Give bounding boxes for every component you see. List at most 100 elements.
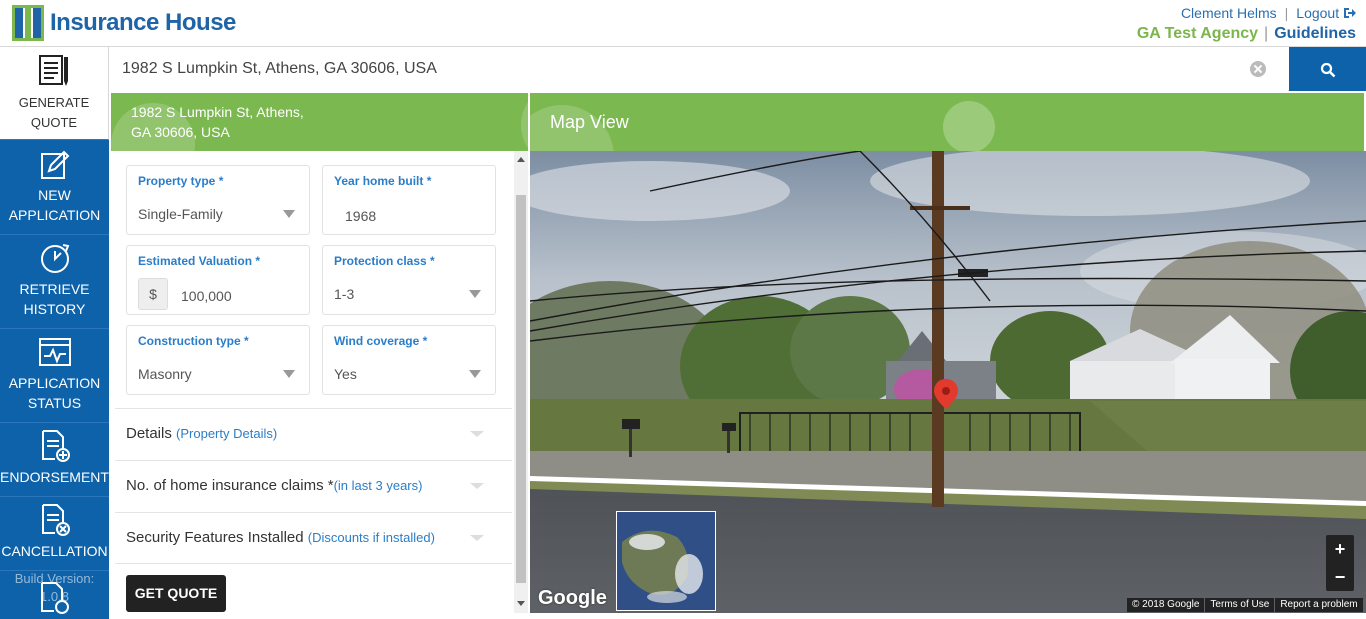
sidebar-label: APPLICATION <box>8 375 101 391</box>
sidebar-label: GENERATE <box>18 95 90 110</box>
sidebar-label: ENDORSEMENT <box>0 469 109 485</box>
chevron-down-icon <box>469 370 481 378</box>
accordion-title: No. of home insurance claims * <box>126 477 334 494</box>
property-type-select[interactable]: Property type * Single-Family <box>126 165 310 235</box>
sidebar-item-application-status[interactable]: APPLICATION STATUS <box>0 329 109 423</box>
sidebar-label: RETRIEVE <box>19 281 90 297</box>
street-view[interactable]: Google + − © 2018 Google Terms of Use Re… <box>530 151 1366 613</box>
zoom-controls: + − <box>1326 535 1354 591</box>
sidebar-label: CANCELLATION <box>1 543 108 559</box>
scroll-thumb[interactable] <box>516 195 526 583</box>
google-logo: Google <box>538 587 607 609</box>
year-built-label: Year home built * <box>334 174 432 188</box>
pencil-document-icon <box>40 150 69 179</box>
sidebar-item-generate-quote[interactable]: GENERATE QUOTE <box>0 47 109 140</box>
app-header: Insurance House Clement Helms | Logout GA … <box>0 0 1366 47</box>
scroll-down-icon[interactable] <box>517 601 525 606</box>
chevron-down-icon <box>283 210 295 218</box>
sidebar-label: APPLICATION <box>8 207 101 223</box>
address-search-bar <box>110 47 1366 91</box>
chevron-down-icon <box>470 483 484 489</box>
document-cancel-icon <box>41 504 70 536</box>
sidebar: GENERATE QUOTE NEW APPLICATION RETRIEVE … <box>0 47 109 619</box>
address-search-input[interactable] <box>110 47 1288 91</box>
protection-class-label: Protection class * <box>334 254 435 268</box>
valuation-input[interactable]: Estimated Valuation * $ 100,000 <box>126 245 310 315</box>
accordion-insurance-claims[interactable]: No. of home insurance claims *(in last 3… <box>115 460 512 512</box>
year-built-input[interactable]: Year home built * 1968 <box>322 165 496 235</box>
sidebar-item-cancellation[interactable]: CANCELLATION <box>0 497 109 571</box>
chevron-down-icon <box>469 290 481 298</box>
zoom-out-button[interactable]: − <box>1326 563 1354 591</box>
build-version-label: Build Version: <box>14 571 95 586</box>
valuation-label: Estimated Valuation * <box>138 254 261 268</box>
user-links: Clement Helms | Logout <box>1181 5 1356 21</box>
address-line-2: GA 30606, USA <box>131 124 230 140</box>
protection-class-select[interactable]: Protection class * 1-3 <box>322 245 496 315</box>
map-title: Map View <box>550 112 629 132</box>
sidebar-item-endorsement[interactable]: ENDORSEMENT <box>0 423 109 497</box>
report-problem-link[interactable]: Report a problem <box>1275 598 1363 612</box>
guidelines-link[interactable]: Guidelines <box>1274 25 1356 42</box>
document-list-icon <box>39 55 68 86</box>
valuation-value: 100,000 <box>181 288 232 304</box>
chevron-down-icon <box>283 370 295 378</box>
get-quote-button[interactable]: GET QUOTE <box>126 575 226 612</box>
wind-coverage-select[interactable]: Wind coverage * Yes <box>322 325 496 395</box>
sidebar-label: HISTORY <box>23 301 86 317</box>
year-built-value: 1968 <box>345 208 377 224</box>
sidebar-label: QUOTE <box>30 115 78 130</box>
ripple-effect <box>521 93 528 151</box>
build-version: Build Version: 1.0.8 <box>0 570 109 606</box>
wind-coverage-label: Wind coverage * <box>334 334 428 348</box>
selected-address-header: 1982 S Lumpkin St, Athens, GA 30606, USA <box>111 93 528 151</box>
accordion-security-features[interactable]: Security Features Installed (Discounts i… <box>115 512 512 564</box>
sidebar-item-retrieve-history[interactable]: RETRIEVE HISTORY <box>0 235 109 329</box>
property-type-label: Property type * <box>138 174 224 188</box>
accordion-subtitle: (in last 3 years) <box>333 478 423 493</box>
accordion-subtitle: (Discounts if installed) <box>307 530 435 545</box>
logo-text: Insurance House <box>50 9 236 36</box>
logout-icon[interactable] <box>1343 7 1356 19</box>
map-attribution: © 2018 Google Terms of Use Report a prob… <box>1126 598 1363 612</box>
accordion-subtitle: (Property Details) <box>176 426 278 441</box>
accordion-property-details[interactable]: Details (Property Details) <box>115 408 512 460</box>
terms-link[interactable]: Terms of Use <box>1205 598 1275 612</box>
form-scrollbar[interactable] <box>514 151 528 613</box>
accordion-title: Security Features Installed <box>126 529 304 546</box>
map-header: Map View <box>530 93 1364 151</box>
construction-type-label: Construction type * <box>138 334 249 348</box>
construction-type-value: Masonry <box>138 366 192 382</box>
chevron-down-icon <box>470 431 484 437</box>
wind-coverage-value: Yes <box>334 366 357 382</box>
build-version-value: 1.0.8 <box>40 589 69 604</box>
currency-prefix: $ <box>138 278 168 310</box>
property-type-value: Single-Family <box>138 206 223 222</box>
address-line-1: 1982 S Lumpkin St, Athens, <box>131 104 304 120</box>
status-monitor-icon <box>38 338 71 366</box>
copyright-text: © 2018 Google <box>1127 598 1205 612</box>
house-logo-icon <box>12 5 44 41</box>
search-button[interactable] <box>1289 47 1366 91</box>
bottom-strip <box>530 613 1366 619</box>
construction-type-select[interactable]: Construction type * Masonry <box>126 325 310 395</box>
document-plus-icon <box>41 430 70 462</box>
protection-class-value: 1-3 <box>334 286 355 302</box>
search-icon <box>1320 62 1336 78</box>
zoom-in-button[interactable]: + <box>1326 535 1354 563</box>
logout-link[interactable]: Logout <box>1296 5 1339 21</box>
agency-name-link[interactable]: GA Test Agency <box>1137 25 1258 42</box>
accordion-title: Details <box>126 425 172 442</box>
scroll-up-icon[interactable] <box>517 157 525 162</box>
chevron-down-icon <box>470 535 484 541</box>
agency-links: GA Test Agency | Guidelines <box>1136 25 1356 42</box>
minimap-thumbnail[interactable] <box>616 511 716 611</box>
history-clock-icon <box>40 244 69 273</box>
sidebar-label: STATUS <box>27 395 82 411</box>
logo[interactable]: Insurance House <box>12 5 236 41</box>
sidebar-label: NEW <box>38 187 71 203</box>
sidebar-item-new-application[interactable]: NEW APPLICATION <box>0 141 109 235</box>
user-name-link[interactable]: Clement Helms <box>1181 5 1277 21</box>
clear-search-icon[interactable] <box>1250 61 1266 77</box>
ripple-effect <box>943 101 995 151</box>
